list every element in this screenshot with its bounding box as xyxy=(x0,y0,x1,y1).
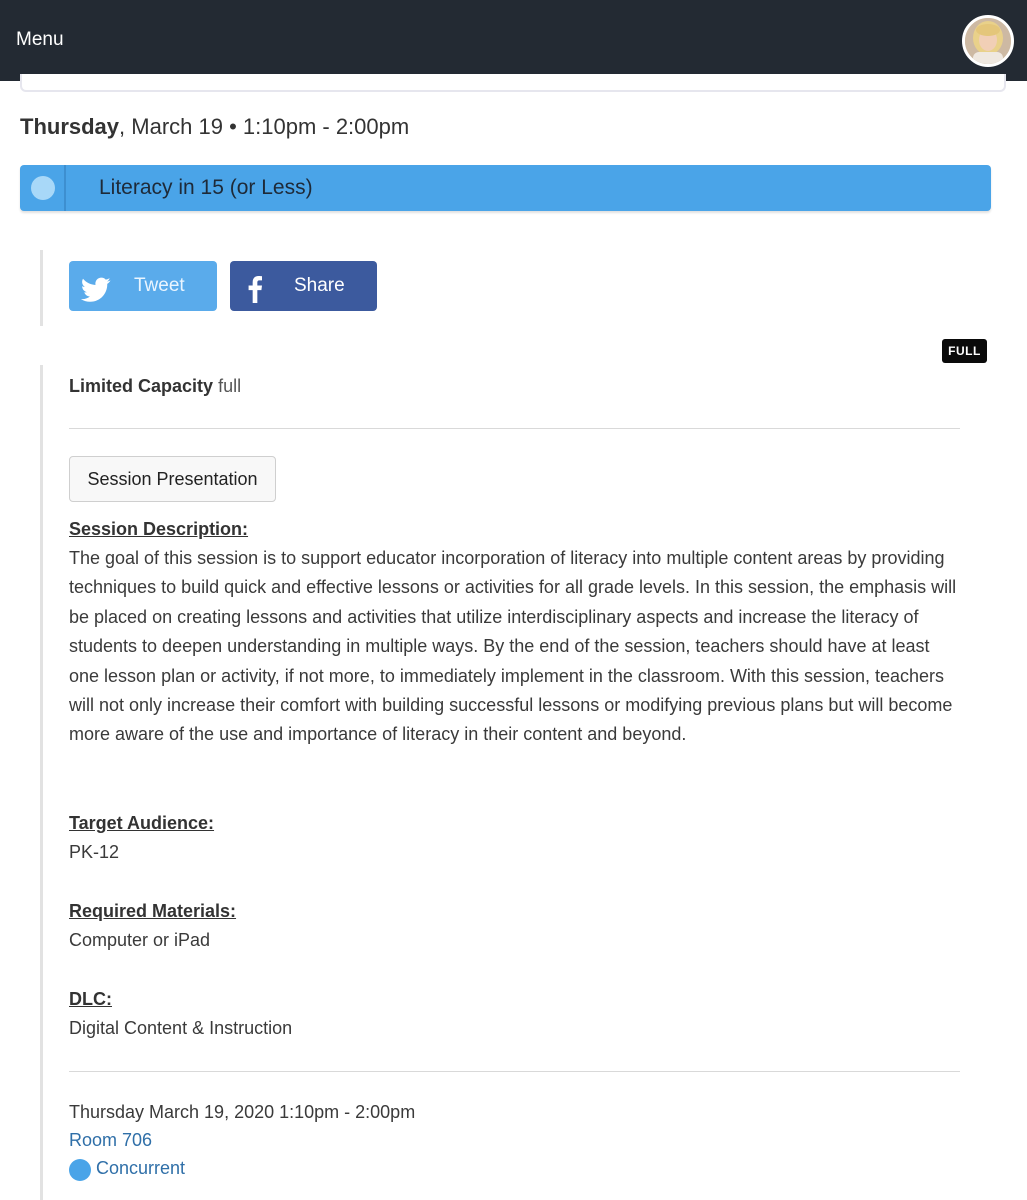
avatar-image xyxy=(965,18,1011,64)
required-materials-label: Required Materials: xyxy=(69,901,237,921)
session-day: Thursday xyxy=(20,114,120,139)
capacity-label: Limited Capacity xyxy=(69,376,214,396)
room-link[interactable]: Room 706 xyxy=(69,1127,152,1153)
social-section-rule xyxy=(40,250,43,326)
tweet-button[interactable]: Tweet xyxy=(69,261,217,311)
session-color-area xyxy=(20,165,66,211)
previous-card-edge xyxy=(20,74,1006,92)
top-navigation-bar: Menu xyxy=(0,0,1027,81)
session-description-text: The goal of this session is to support e… xyxy=(69,548,957,745)
required-materials-value: Computer or iPad xyxy=(69,930,211,950)
capacity-info: Limited Capacity full xyxy=(69,373,241,399)
session-presentation-button[interactable]: Session Presentation xyxy=(69,456,276,502)
tweet-label: Tweet xyxy=(134,275,185,296)
session-type-link[interactable]: Concurrent xyxy=(96,1155,185,1181)
full-status-badge: FULL xyxy=(942,339,987,363)
session-color-dot xyxy=(31,176,55,200)
facebook-icon xyxy=(244,273,266,323)
target-audience-label: Target Audience: xyxy=(69,813,215,833)
session-datetime: Thursday March 19, 2020 1:10pm - 2:00pm xyxy=(69,1102,416,1122)
target-audience-value: PK-12 xyxy=(69,842,120,862)
share-label: Share xyxy=(294,275,345,296)
session-date-time: , March 19 • 1:10pm - 2:00pm xyxy=(119,114,410,139)
divider xyxy=(69,1071,960,1072)
session-description-label: Session Description: xyxy=(69,519,249,539)
facebook-share-button[interactable]: Share xyxy=(230,261,377,311)
dlc-value: Digital Content & Instruction xyxy=(69,1018,293,1038)
session-title: Literacy in 15 (or Less) xyxy=(99,176,313,199)
concurrent-color-dot xyxy=(69,1159,91,1181)
user-avatar[interactable] xyxy=(962,15,1014,67)
dlc-label: DLC: xyxy=(69,989,112,1009)
capacity-value: full xyxy=(218,376,242,396)
session-date-heading: Thursday, March 19 • 1:10pm - 2:00pm xyxy=(20,113,409,141)
details-section-rule xyxy=(40,365,43,1200)
divider xyxy=(69,428,960,429)
menu-button[interactable]: Menu xyxy=(16,28,64,52)
twitter-icon xyxy=(80,273,111,323)
session-title-bar[interactable]: Literacy in 15 (or Less) FULL xyxy=(20,165,991,363)
